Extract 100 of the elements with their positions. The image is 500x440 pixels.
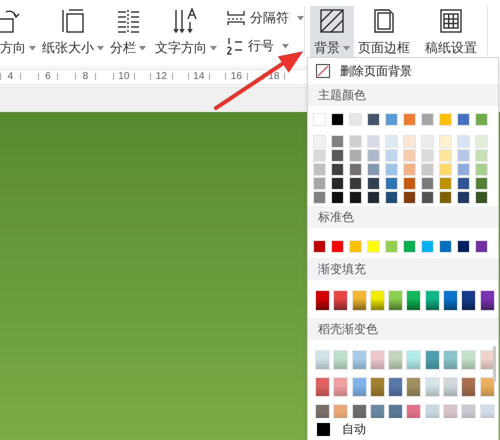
color-swatch[interactable] (406, 377, 422, 397)
color-swatch[interactable] (403, 149, 416, 162)
color-swatch[interactable] (439, 177, 452, 190)
color-swatch[interactable] (480, 377, 495, 397)
color-swatch[interactable] (443, 404, 458, 418)
color-swatch[interactable] (457, 240, 470, 253)
color-swatch[interactable] (461, 377, 476, 397)
color-swatch[interactable] (349, 113, 362, 126)
toolbar-button[interactable]: 背景 (310, 6, 354, 60)
color-swatch[interactable] (403, 191, 416, 204)
color-swatch[interactable] (403, 240, 416, 253)
color-swatch[interactable] (370, 377, 385, 397)
color-swatch[interactable] (385, 191, 398, 204)
menu-item[interactable]: 自动 (308, 418, 498, 440)
color-swatch[interactable] (349, 191, 362, 204)
color-swatch[interactable] (331, 177, 344, 190)
color-swatch[interactable] (457, 135, 470, 148)
color-swatch[interactable] (403, 135, 416, 148)
color-swatch[interactable] (457, 163, 470, 176)
color-swatch[interactable] (443, 350, 458, 370)
color-swatch[interactable] (421, 113, 434, 126)
color-swatch[interactable] (352, 377, 367, 397)
color-swatch[interactable] (367, 240, 380, 253)
color-swatch[interactable] (313, 135, 326, 148)
color-swatch[interactable] (331, 191, 344, 204)
color-swatch[interactable] (406, 350, 422, 370)
color-swatch[interactable] (352, 290, 367, 311)
color-swatch[interactable] (475, 135, 488, 148)
color-swatch[interactable] (349, 163, 362, 176)
color-swatch[interactable] (475, 240, 488, 253)
toolbar-button[interactable]: 页面边框 (356, 6, 412, 60)
color-swatch[interactable] (385, 149, 398, 162)
color-swatch[interactable] (370, 350, 385, 370)
color-swatch[interactable] (439, 191, 452, 204)
toolbar-button[interactable]: 稿纸设置 (419, 6, 483, 60)
color-swatch[interactable] (313, 113, 326, 126)
color-swatch[interactable] (424, 377, 440, 397)
color-swatch[interactable] (388, 404, 404, 418)
color-swatch[interactable] (333, 404, 348, 418)
color-swatch[interactable] (333, 350, 348, 370)
color-swatch[interactable] (313, 191, 326, 204)
color-swatch[interactable] (367, 163, 380, 176)
color-swatch[interactable] (385, 177, 398, 190)
color-swatch[interactable] (313, 149, 326, 162)
color-swatch[interactable] (385, 163, 398, 176)
color-swatch[interactable] (331, 113, 344, 126)
color-swatch[interactable] (367, 149, 380, 162)
color-swatch[interactable] (333, 377, 348, 397)
color-swatch[interactable] (388, 290, 404, 311)
menu-item[interactable]: 删除页面背景 (308, 58, 498, 84)
color-swatch[interactable] (439, 113, 452, 126)
color-swatch[interactable] (443, 377, 458, 397)
color-swatch[interactable] (421, 135, 434, 148)
color-swatch[interactable] (439, 240, 452, 253)
color-swatch[interactable] (385, 113, 398, 126)
color-swatch[interactable] (421, 177, 434, 190)
color-swatch[interactable] (331, 135, 344, 148)
color-swatch[interactable] (349, 177, 362, 190)
color-swatch[interactable] (480, 350, 495, 370)
color-swatch[interactable] (457, 191, 470, 204)
toolbar-button[interactable]: 行号 (224, 36, 289, 56)
toolbar-button[interactable]: 方向 (0, 6, 36, 60)
color-swatch[interactable] (370, 290, 385, 311)
color-swatch[interactable] (313, 177, 326, 190)
scrollbar[interactable] (493, 346, 496, 382)
color-swatch[interactable] (367, 113, 380, 126)
color-swatch[interactable] (439, 163, 452, 176)
color-swatch[interactable] (331, 240, 344, 253)
color-swatch[interactable] (457, 149, 470, 162)
color-swatch[interactable] (475, 163, 488, 176)
color-swatch[interactable] (461, 350, 476, 370)
color-swatch[interactable] (421, 240, 434, 253)
color-swatch[interactable] (406, 404, 422, 418)
color-swatch[interactable] (443, 290, 458, 311)
color-swatch[interactable] (315, 350, 330, 370)
color-swatch[interactable] (352, 404, 367, 418)
toolbar-button[interactable]: 分隔符 (224, 8, 304, 28)
color-swatch[interactable] (424, 350, 440, 370)
color-swatch[interactable] (439, 149, 452, 162)
color-swatch[interactable] (403, 163, 416, 176)
color-swatch[interactable] (352, 350, 367, 370)
color-swatch[interactable] (461, 404, 476, 418)
toolbar-button[interactable]: 分栏 (108, 6, 148, 60)
color-swatch[interactable] (349, 149, 362, 162)
color-swatch[interactable] (421, 149, 434, 162)
color-swatch[interactable] (349, 135, 362, 148)
color-swatch[interactable] (331, 149, 344, 162)
color-swatch[interactable] (315, 290, 330, 311)
color-swatch[interactable] (349, 240, 362, 253)
color-swatch[interactable] (439, 135, 452, 148)
color-swatch[interactable] (315, 377, 330, 397)
color-swatch[interactable] (333, 290, 348, 311)
color-swatch[interactable] (367, 177, 380, 190)
color-swatch[interactable] (385, 135, 398, 148)
color-swatch[interactable] (388, 377, 404, 397)
color-swatch[interactable] (475, 113, 488, 126)
color-swatch[interactable] (388, 350, 404, 370)
color-swatch[interactable] (406, 290, 422, 311)
color-swatch[interactable] (475, 177, 488, 190)
toolbar-button[interactable]: 纸张大小 (38, 6, 108, 60)
